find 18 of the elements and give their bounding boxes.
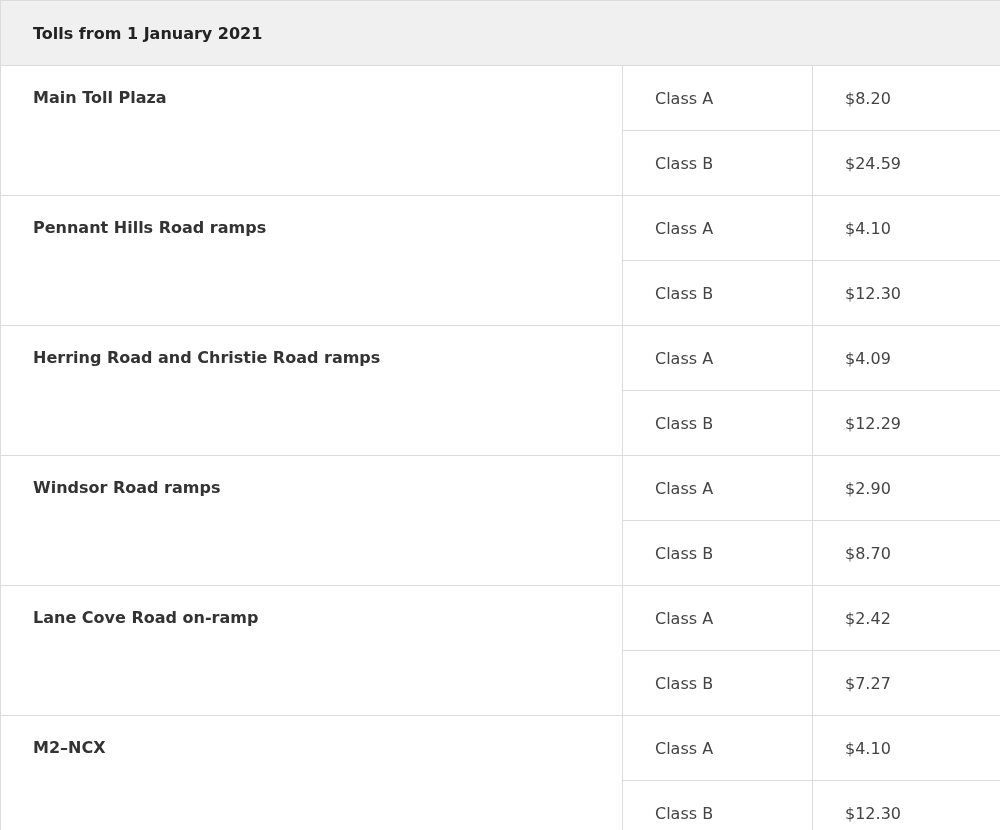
table-title: Tolls from 1 January 2021 — [0, 0, 1000, 66]
class-cell: Class A — [622, 65, 813, 131]
class-cell: Class A — [622, 585, 813, 651]
class-cell: Class B — [622, 520, 813, 586]
class-cell: Class A — [622, 715, 813, 781]
class-cell: Class A — [622, 325, 813, 391]
location-cell: M2–NCX — [0, 715, 623, 830]
class-cell: Class B — [622, 130, 813, 196]
class-cell: Class B — [622, 650, 813, 716]
location-cell: Windsor Road ramps — [0, 455, 623, 586]
location-cell: Herring Road and Christie Road ramps — [0, 325, 623, 456]
location-cell: Lane Cove Road on-ramp — [0, 585, 623, 716]
class-cell: Class B — [622, 260, 813, 326]
class-cell: Class B — [622, 390, 813, 456]
class-cell: Class A — [622, 195, 813, 261]
location-cell: Main Toll Plaza — [0, 65, 623, 196]
class-cell: Class A — [622, 455, 813, 521]
location-cell: Pennant Hills Road ramps — [0, 195, 623, 326]
